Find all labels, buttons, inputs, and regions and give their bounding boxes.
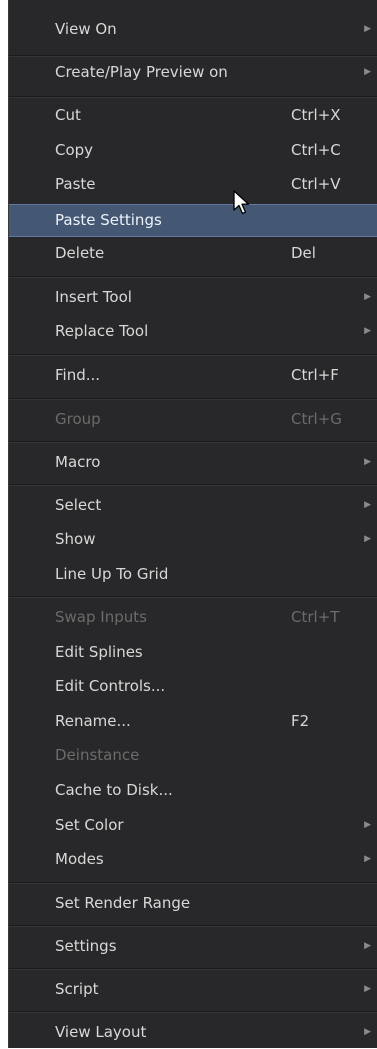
menu-item-line-up-to-grid[interactable]: Line Up To Grid [9,558,377,591]
submenu-arrow-icon: ▶ [364,1027,371,1037]
menu-item-view-layout[interactable]: View Layout ▶ [9,1016,377,1049]
menu-item-set-render-range[interactable]: Set Render Range [9,887,377,920]
menu-item-cache-to-disk[interactable]: Cache to Disk... [9,774,377,807]
menu-item-shortcut: Ctrl+C [291,141,341,159]
menu-item-label: Swap Inputs [55,608,147,626]
submenu-arrow-icon: ▶ [364,534,371,544]
menu-item-label: Create/Play Preview on [55,63,228,81]
menu-item-label: Rename... [55,712,131,730]
menu-item-label: Edit Controls... [55,677,166,695]
menu-item-label: Set Color [55,816,124,834]
menu-item-settings[interactable]: Settings ▶ [9,930,377,963]
menu-item-edit-controls[interactable]: Edit Controls... [9,670,377,703]
menu-item-label: Show [55,530,96,548]
menu-item-label: Deinstance [55,746,140,764]
submenu-arrow-icon: ▶ [364,457,371,467]
menu-item-label: Select [55,496,102,514]
menu-item-shortcut: Del [291,244,316,262]
menu-item-label: View On [55,20,117,38]
menu-item-view-on[interactable]: View On ▶ [9,13,377,46]
menu-separator [9,882,377,884]
menu-separator [9,96,377,98]
menu-item-label: Replace Tool [55,322,149,340]
menu-item-label: Cut [55,106,81,124]
menu-item-set-color[interactable]: Set Color ▶ [9,809,377,842]
menu-separator [9,1011,377,1013]
menu-separator [9,925,377,927]
menu-item-select[interactable]: Select ▶ [9,489,377,522]
submenu-arrow-icon: ▶ [364,326,371,336]
menu-item-create-play-preview-on[interactable]: Create/Play Preview on ▶ [9,56,377,89]
menu-item-label: Delete [55,244,105,262]
menu-item-label: Settings [55,937,117,955]
menu-item-label: Edit Splines [55,643,143,661]
menu-item-label: Group [55,410,101,428]
menu-item-label: Set Render Range [55,894,191,912]
submenu-arrow-icon: ▶ [364,292,371,302]
menu-item-macro[interactable]: Macro ▶ [9,446,377,479]
menu-item-label: Macro [55,453,101,471]
menu-item-label: Insert Tool [55,288,132,306]
menu-item-group: Group Ctrl+G [9,403,377,436]
menu-item-label: Script [55,980,99,998]
menu-separator [9,276,377,278]
submenu-arrow-icon: ▶ [364,24,371,34]
menu-item-label: Find... [55,366,101,384]
menu-item-find[interactable]: Find... Ctrl+F [9,359,377,392]
menu-item-shortcut: Ctrl+X [291,106,341,124]
mouse-pointer-icon [233,190,250,215]
menu-item-delete[interactable]: Delete Del [9,237,377,270]
menu-separator [9,354,377,356]
menu-item-label: Paste Settings [55,211,162,229]
submenu-arrow-icon: ▶ [364,67,371,77]
menu-item-label: Modes [55,850,104,868]
submenu-arrow-icon: ▶ [364,820,371,830]
menu-item-label: Copy [55,141,94,159]
menu-item-replace-tool[interactable]: Replace Tool ▶ [9,315,377,348]
menu-item-deinstance: Deinstance [9,739,377,772]
menu-item-rename[interactable]: Rename... F2 [9,705,377,738]
menu-item-cut[interactable]: Cut Ctrl+X [9,99,377,132]
submenu-arrow-icon: ▶ [364,941,371,951]
menu-item-edit-splines[interactable]: Edit Splines [9,636,377,669]
menu-item-paste[interactable]: Paste Ctrl+V [9,168,377,201]
menu-item-insert-tool[interactable]: Insert Tool ▶ [9,281,377,314]
menu-item-label: Paste [55,175,96,193]
menu-separator [9,968,377,970]
menu-item-label: Line Up To Grid [55,565,169,583]
submenu-arrow-icon: ▶ [364,984,371,994]
menu-item-modes[interactable]: Modes ▶ [9,843,377,876]
menu-item-show[interactable]: Show ▶ [9,523,377,556]
menu-separator [9,398,377,400]
menu-item-shortcut: Ctrl+G [291,410,342,428]
menu-separator [9,596,377,598]
submenu-arrow-icon: ▶ [364,854,371,864]
menu-separator [9,441,377,443]
menu-item-label: View Layout [55,1023,147,1041]
menu-item-swap-inputs: Swap Inputs Ctrl+T [9,601,377,634]
menu-item-shortcut: Ctrl+F [291,366,339,384]
menu-item-shortcut: Ctrl+T [291,608,340,626]
menu-item-shortcut: Ctrl+V [291,175,341,193]
menu-item-shortcut: F2 [291,712,310,730]
menu-item-paste-settings[interactable]: Paste Settings [9,204,377,237]
menu-item-script[interactable]: Script ▶ [9,973,377,1006]
menu-separator [9,484,377,486]
menu-item-copy[interactable]: Copy Ctrl+C [9,134,377,167]
menu-item-label: Cache to Disk... [55,781,173,799]
context-menu: View On ▶ Create/Play Preview on ▶ Cut C… [8,0,377,1048]
submenu-arrow-icon: ▶ [364,500,371,510]
